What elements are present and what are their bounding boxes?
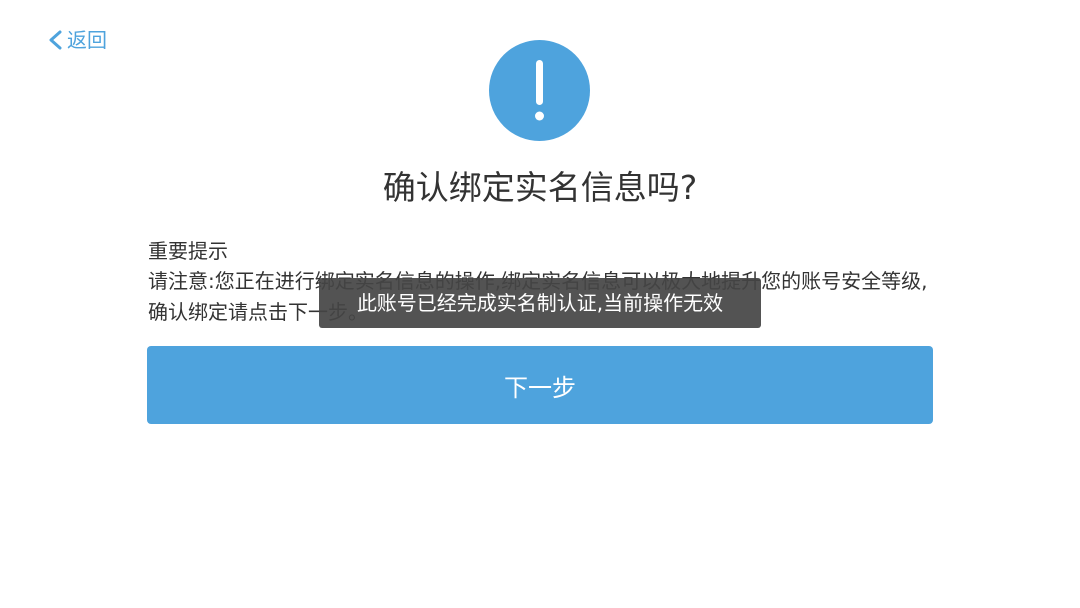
chevron-left-icon — [49, 30, 62, 50]
exclamation-icon — [489, 40, 590, 141]
toast-message: 此账号已经完成实名制认证,当前操作无效 — [319, 278, 761, 328]
back-label: 返回 — [67, 28, 107, 52]
page-title: 确认绑定实名信息吗? — [382, 168, 698, 207]
notice-heading: 重要提示 — [148, 239, 228, 263]
next-step-button[interactable]: 下一步 — [147, 346, 933, 424]
bind-realname-page: 返回 确认绑定实名信息吗? 重要提示 请注意:您正在进行绑定实名信息的操作,绑定… — [0, 0, 1080, 608]
back-button[interactable]: 返回 — [46, 26, 107, 54]
